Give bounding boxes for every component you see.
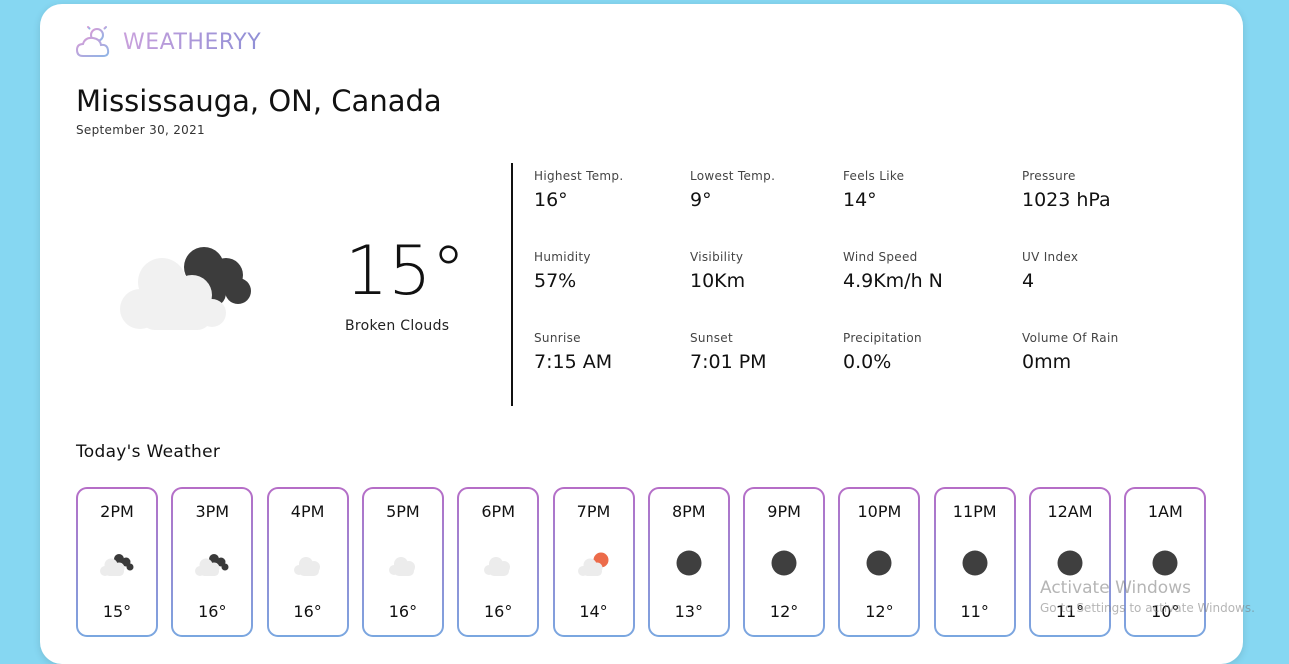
stat-label: Sunrise <box>534 331 581 345</box>
night-icon <box>1050 548 1090 578</box>
broken-clouds-icon <box>192 548 232 578</box>
stat-value: 9° <box>690 189 712 211</box>
stat-value: 0.0% <box>843 351 892 373</box>
stat-wind-speed: Wind Speed 4.9Km/h N <box>843 250 943 292</box>
hour-time: 12AM <box>1047 502 1093 521</box>
stat-pressure: Pressure 1023 hPa <box>1022 169 1111 211</box>
cloud-icon <box>383 548 423 578</box>
stat-label: Humidity <box>534 250 591 264</box>
hour-temperature: 15° <box>102 602 132 621</box>
hour-temperature: 11° <box>960 602 989 621</box>
stat-visibility: Visibility 10Km <box>690 250 745 292</box>
stat-value: 4.9Km/h N <box>843 270 943 292</box>
hour-time: 4PM <box>290 502 325 521</box>
hour-temperature: 12° <box>865 602 894 621</box>
stat-label: UV Index <box>1022 250 1079 264</box>
cloud-icon <box>288 548 328 578</box>
stat-label: Visibility <box>690 250 744 264</box>
stat-label: Pressure <box>1022 169 1076 183</box>
night-icon <box>955 548 995 578</box>
cloud-icon <box>478 548 518 578</box>
brand[interactable]: WEATHERYY <box>75 22 261 62</box>
stat-uv-index: UV Index 4 <box>1022 250 1078 292</box>
stat-value: 7:01 PM <box>690 351 767 373</box>
current-temperature: 15° <box>345 232 466 311</box>
hour-time: 2PM <box>100 502 134 521</box>
stat-value: 14° <box>843 189 877 211</box>
broken-clouds-icon <box>97 548 137 578</box>
hour-time: 8PM <box>671 502 706 521</box>
hour-card-10pm[interactable]: 10PM 12° <box>838 487 920 637</box>
watermark-title: Activate Windows <box>1040 578 1191 598</box>
stat-label: Volume Of Rain <box>1022 331 1119 345</box>
hour-temperature: 12° <box>769 602 799 621</box>
hour-time: 9PM <box>767 502 801 521</box>
stat-feels-like: Feels Like 14° <box>843 169 904 211</box>
sunset-cloud-icon <box>574 548 614 578</box>
hour-temperature: 13° <box>674 602 703 621</box>
stat-value: 4 <box>1022 270 1035 292</box>
hour-temperature: 16° <box>198 602 227 621</box>
brand-cloud-sun-icon <box>75 23 110 57</box>
hour-card-11pm[interactable]: 11PM 11° <box>934 487 1016 637</box>
stat-precipitation: Precipitation 0.0% <box>843 331 922 373</box>
brand-name: WEATHERYY <box>123 29 262 55</box>
night-icon <box>764 548 804 578</box>
hour-time: 5PM <box>386 502 420 521</box>
watermark-subtitle: Go to Settings to activate Windows. <box>1040 601 1255 615</box>
hour-time: 11PM <box>952 502 997 521</box>
hour-temperature: 14° <box>579 602 608 621</box>
activate-windows-watermark: Activate Windows Go to Settings to activ… <box>1040 578 1255 615</box>
hour-time: 7PM <box>576 502 611 521</box>
stat-label: Highest Temp. <box>534 169 624 183</box>
hour-card-7pm[interactable]: 7PM 14° <box>553 487 635 637</box>
section-title-todays-weather: Today's Weather <box>76 442 221 462</box>
hour-time: 6PM <box>481 502 515 521</box>
hour-card-5pm[interactable]: 5PM 16° <box>362 487 444 637</box>
stat-sunset: Sunset 7:01 PM <box>690 331 767 373</box>
hour-time: 3PM <box>195 502 230 521</box>
stat-label: Sunset <box>690 331 733 345</box>
hour-card-2pm[interactable]: 2PM 15° <box>76 487 158 637</box>
night-icon <box>859 548 899 578</box>
hour-card-8pm[interactable]: 8PM 13° <box>648 487 730 637</box>
weather-card: WEATHERYY Mississauga, ON, Canada Septem… <box>40 4 1243 664</box>
stat-humidity: Humidity 57% <box>534 250 591 292</box>
hour-temperature: 16° <box>293 602 322 621</box>
current-date: September 30, 2021 <box>76 123 205 137</box>
current-condition: Broken Clouds <box>345 318 450 334</box>
stat-value: 10Km <box>690 270 746 292</box>
stat-label: Precipitation <box>843 331 922 345</box>
stat-label: Lowest Temp. <box>690 169 776 183</box>
stat-label: Wind Speed <box>843 250 918 264</box>
hour-card-4pm[interactable]: 4PM 16° <box>267 487 349 637</box>
location-title: Mississauga, ON, Canada <box>76 84 442 118</box>
stat-sunrise: Sunrise 7:15 AM <box>534 331 612 373</box>
hour-card-3pm[interactable]: 3PM 16° <box>171 487 253 637</box>
divider <box>511 163 513 406</box>
night-icon <box>669 548 709 578</box>
hour-temperature: 16° <box>484 602 513 621</box>
stat-value: 1023 hPa <box>1022 189 1111 211</box>
stat-label: Feels Like <box>843 169 905 183</box>
stat-value: 16° <box>534 189 568 211</box>
hour-card-9pm[interactable]: 9PM 12° <box>743 487 825 637</box>
stat-highest-temp: Highest Temp. 16° <box>534 169 623 211</box>
stat-value: 57% <box>534 270 577 292</box>
stat-value: 7:15 AM <box>534 351 613 373</box>
hour-time: 10PM <box>857 502 902 521</box>
stat-volume-of-rain: Volume Of Rain 0mm <box>1022 331 1119 373</box>
hour-time: 1AM <box>1147 502 1183 521</box>
stat-value: 0mm <box>1022 351 1072 373</box>
hour-card-6pm[interactable]: 6PM 16° <box>457 487 539 637</box>
hour-temperature: 16° <box>388 602 418 621</box>
night-icon <box>1145 548 1185 578</box>
broken-clouds-icon <box>120 247 251 330</box>
stat-lowest-temp: Lowest Temp. 9° <box>690 169 775 211</box>
